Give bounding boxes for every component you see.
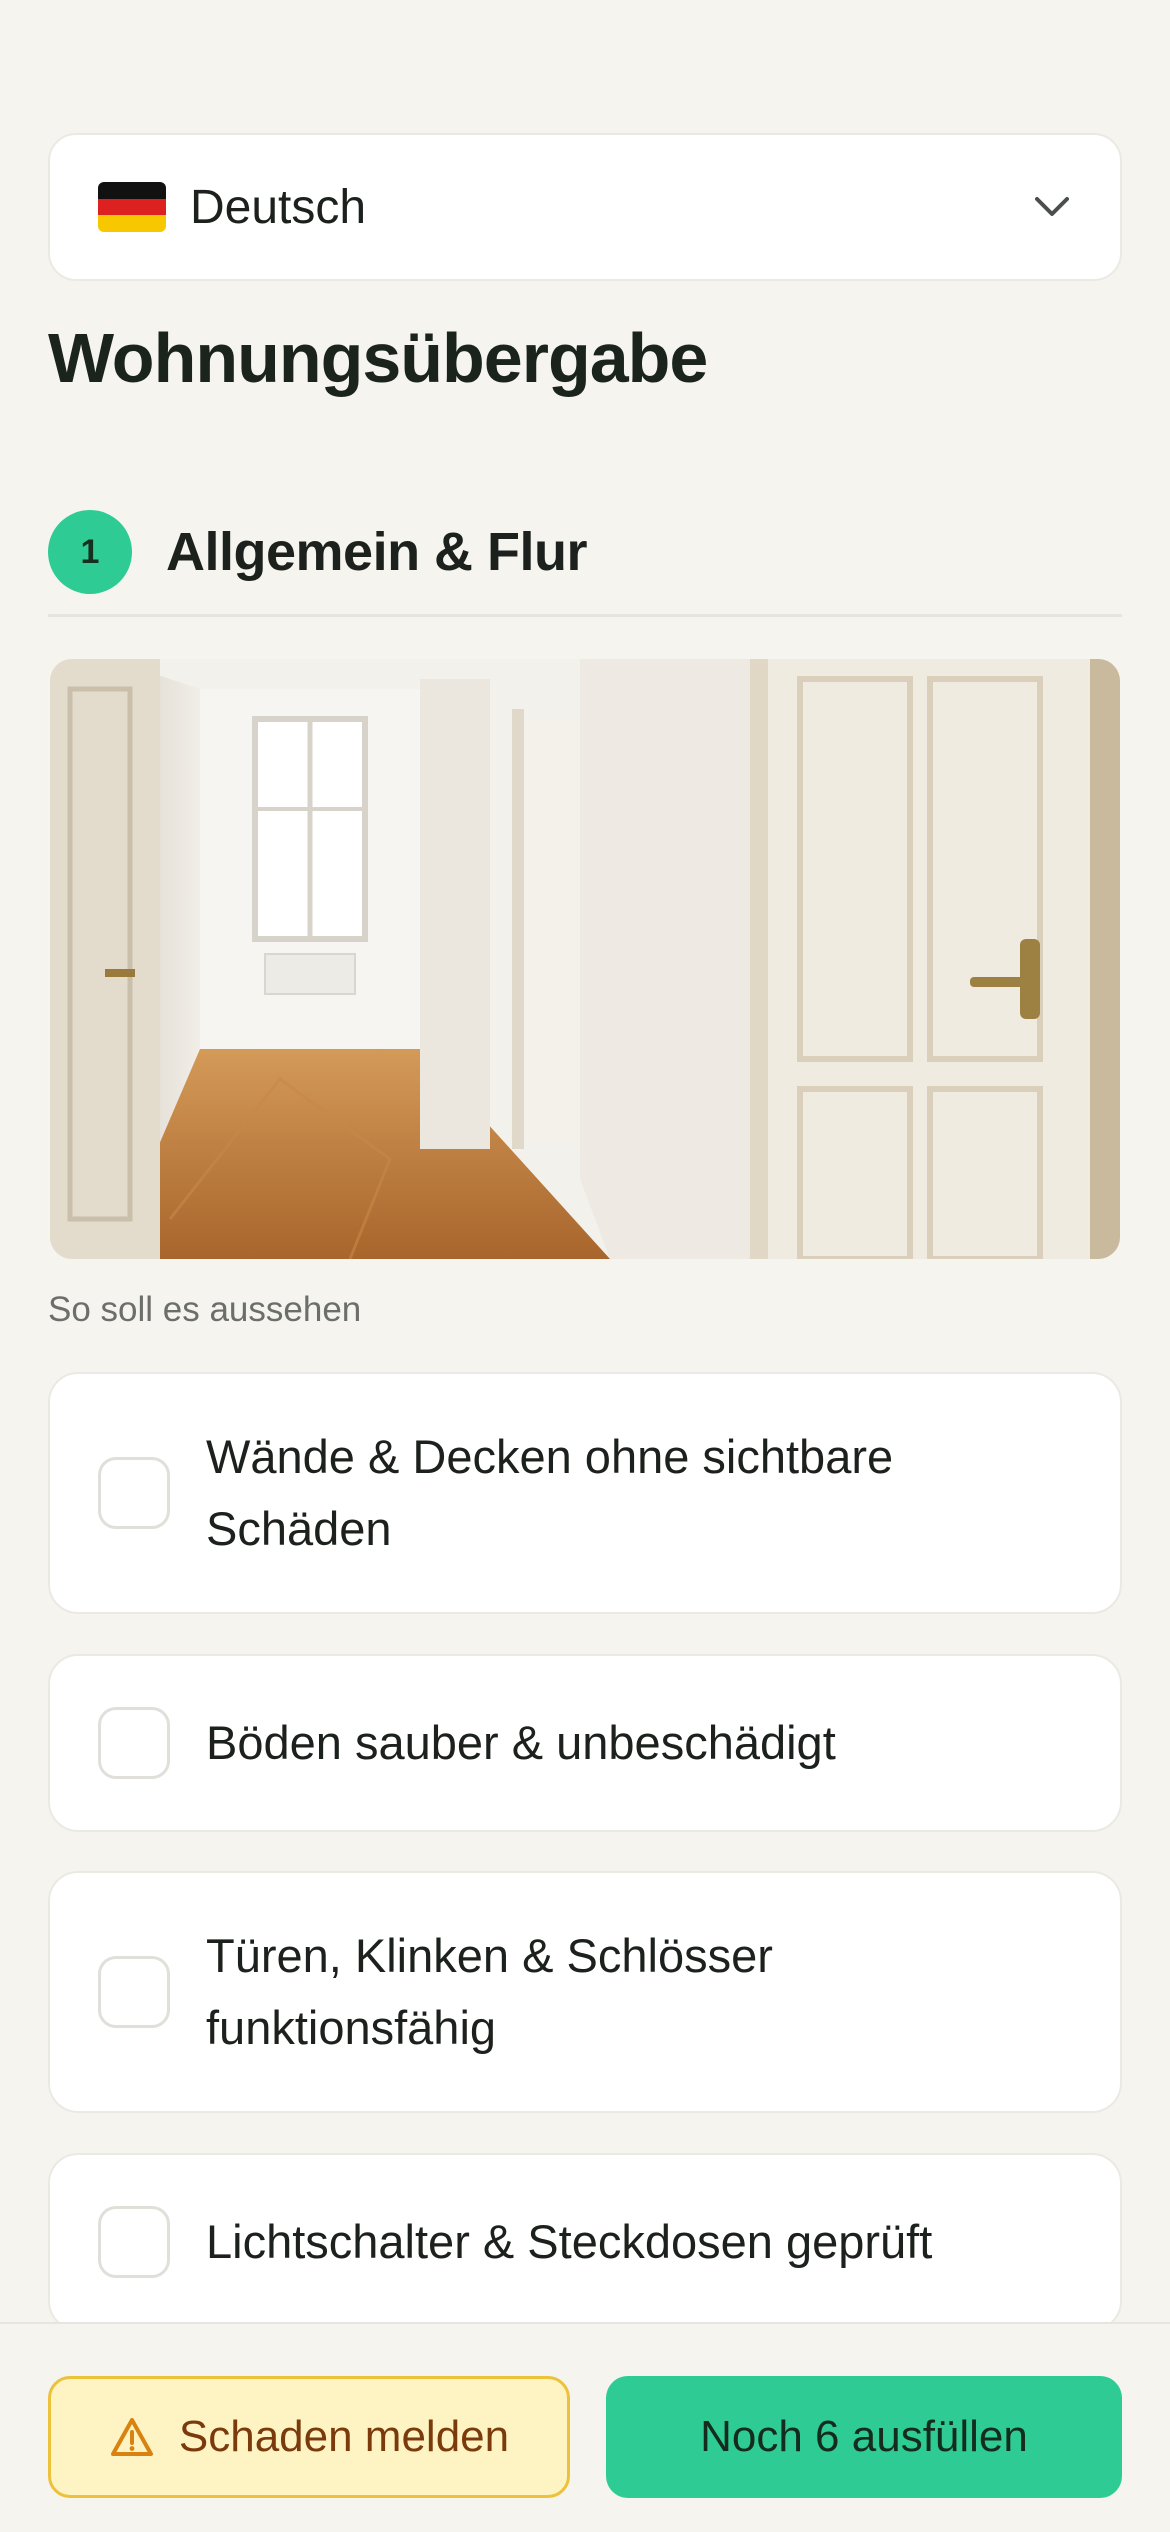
language-selector[interactable]: Deutsch: [48, 133, 1122, 281]
checklist-item-label: Lichtschalter & Steckdosen geprüft: [206, 2215, 933, 2268]
section-title: Allgemein & Flur: [166, 522, 588, 582]
checklist-item-label: Böden sauber & unbeschädigt: [206, 1716, 836, 1769]
checklist-item[interactable]: Wände & Decken ohne sichtbare Schäden: [48, 1372, 1122, 1614]
reference-photo: [50, 659, 1120, 1259]
checklist-item[interactable]: Lichtschalter & Steckdosen geprüft: [48, 2153, 1122, 2331]
checklist-item-label: Türen, Klinken & Schlösser funktionsfähi…: [206, 1929, 773, 2054]
remaining-fields-label: Noch 6 ausfüllen: [700, 2412, 1028, 2461]
remaining-fields-button[interactable]: Noch 6 ausfüllen: [606, 2376, 1122, 2498]
checklist-item[interactable]: Böden sauber & unbeschädigt: [48, 1654, 1122, 1832]
checkbox[interactable]: [98, 1956, 170, 2028]
image-caption: So soll es aussehen: [48, 1290, 362, 1329]
checklist-item[interactable]: Türen, Klinken & Schlösser funktionsfähi…: [48, 1871, 1122, 2113]
report-damage-label: Schaden melden: [178, 2412, 510, 2461]
section-divider: [48, 614, 1122, 617]
bottom-action-bar: Schaden melden Noch 6 ausfüllen: [0, 2322, 1170, 2532]
warning-icon: [109, 2416, 155, 2458]
checkbox[interactable]: [98, 2206, 170, 2278]
language-label: Deutsch: [190, 180, 367, 234]
checkbox[interactable]: [98, 1707, 170, 1779]
report-damage-button[interactable]: Schaden melden: [48, 2376, 570, 2498]
step-number-badge: 1: [48, 510, 132, 594]
page-title: Wohnungsübergabe: [48, 319, 708, 397]
chevron-down-icon: [1032, 187, 1072, 227]
germany-flag-icon: [98, 182, 166, 232]
checkbox[interactable]: [98, 1457, 170, 1529]
section-header: 1 Allgemein & Flur: [48, 510, 588, 594]
checklist-item-label: Wände & Decken ohne sichtbare Schäden: [206, 1430, 894, 1555]
app-screen: Deutsch Wohnungsübergabe 1 Allgemein & F…: [0, 0, 1170, 2532]
